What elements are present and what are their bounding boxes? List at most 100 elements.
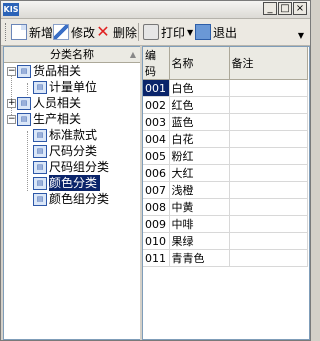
tree-expander[interactable]: −	[7, 115, 16, 124]
delete-button[interactable]: ✕ 删除	[95, 22, 137, 42]
toolbar: 新增 修改 ✕ 删除 打印 ▼ 退出 ▼	[1, 19, 310, 46]
table-row[interactable]: 009 中啡	[143, 215, 308, 233]
delete-icon: ✕	[96, 22, 110, 41]
table-row[interactable]: 010 果绿	[143, 232, 308, 250]
tree-node-label: 标准款式	[49, 128, 98, 142]
tree-node-size[interactable]: ▤ 尺码分类	[33, 143, 97, 159]
grid-table: 编码 名称 备注 001 白色 002 红色 003 蓝色 004 白花 005 粉红 0…	[143, 47, 308, 267]
cell-name[interactable]: 大红	[169, 164, 230, 182]
tree-expander[interactable]: +	[7, 99, 16, 108]
new-button[interactable]: 新增	[11, 22, 53, 42]
cell-code[interactable]: 001	[143, 79, 170, 97]
cell-code[interactable]: 006	[143, 164, 170, 182]
cell-note[interactable]	[229, 181, 308, 199]
cell-note[interactable]	[229, 164, 308, 182]
cell-code[interactable]: 002	[143, 96, 170, 114]
cell-name[interactable]: 中黄	[169, 198, 230, 216]
cell-note[interactable]	[229, 79, 308, 97]
cell-code[interactable]: 004	[143, 130, 170, 148]
tree-node-unit[interactable]: ▤ 计量单位	[33, 79, 97, 95]
table-row[interactable]: 008 中黄	[143, 198, 308, 216]
cell-name[interactable]: 白花	[169, 130, 230, 148]
table-row[interactable]: 002 红色	[143, 96, 308, 114]
print-button[interactable]: 打印 ▼	[143, 22, 193, 42]
toolbar-overflow-icon[interactable]: ▼	[298, 31, 304, 40]
cell-name[interactable]: 浅橙	[169, 181, 230, 199]
table-row[interactable]: 007 浅橙	[143, 181, 308, 199]
cell-note[interactable]	[229, 215, 308, 233]
tree-node-color-group[interactable]: ▤ 颜色组分类	[33, 191, 109, 207]
table-row[interactable]: 006 大红	[143, 164, 308, 182]
tree-header[interactable]: 分类名称 ▲	[4, 47, 140, 63]
toolbar-separator	[138, 23, 139, 41]
data-grid[interactable]: 编码 名称 备注 001 白色 002 红色 003 蓝色 004 白花 005 粉红 0…	[142, 46, 310, 340]
close-button[interactable]: ×	[293, 2, 307, 15]
item-icon: ▤	[33, 80, 47, 94]
tree-node-label: 颜色组分类	[49, 192, 110, 206]
minimize-button[interactable]: _	[263, 2, 277, 15]
app-logo-icon: KIS	[3, 3, 19, 16]
new-label: 新增	[29, 25, 54, 40]
cell-name[interactable]: 果绿	[169, 232, 230, 250]
toolbar-grip[interactable]	[5, 23, 8, 41]
title-bar: KIS _ □ ×	[1, 1, 310, 19]
cell-code[interactable]: 003	[143, 113, 170, 131]
table-row[interactable]: 001 白色	[143, 79, 308, 97]
exit-label: 退出	[213, 25, 238, 40]
cell-code[interactable]: 005	[143, 147, 170, 165]
cell-name[interactable]: 蓝色	[169, 113, 230, 131]
table-row[interactable]: 003 蓝色	[143, 113, 308, 131]
category-tree[interactable]: 分类名称 ▲ − ▤ 货品相关 ▤ 计量单位 + ▤ 人员相关 − ▤ 生产相关…	[3, 46, 141, 340]
tree-header-label: 分类名称	[50, 48, 94, 61]
cell-name[interactable]: 白色	[169, 79, 230, 97]
folder-icon: ▤	[17, 112, 31, 126]
cell-code[interactable]: 010	[143, 232, 170, 250]
cell-note[interactable]	[229, 232, 308, 250]
exit-door-icon	[195, 24, 211, 40]
cell-note[interactable]	[229, 130, 308, 148]
table-row[interactable]: 011 青青色	[143, 249, 308, 267]
tree-node-style[interactable]: ▤ 标准款式	[33, 127, 97, 143]
print-label: 打印	[161, 25, 186, 40]
item-icon: ▤	[33, 160, 47, 174]
cell-code[interactable]: 008	[143, 198, 170, 216]
tree-node-label: 货品相关	[33, 64, 82, 78]
cell-name[interactable]: 青青色	[169, 249, 230, 267]
tree-line	[27, 131, 28, 191]
cell-code[interactable]: 009	[143, 215, 170, 233]
tree-node-goods[interactable]: ▤ 货品相关	[17, 63, 81, 79]
cell-name[interactable]: 中啡	[169, 215, 230, 233]
exit-button[interactable]: 退出	[195, 22, 237, 42]
maximize-button[interactable]: □	[278, 2, 292, 15]
folder-icon: ▤	[17, 96, 31, 110]
cell-note[interactable]	[229, 249, 308, 267]
tree-expander[interactable]: −	[7, 67, 16, 76]
tree-node-label: 颜色分类	[49, 175, 101, 191]
column-header-code[interactable]: 编码	[143, 47, 170, 80]
sort-icon: ▲	[129, 50, 136, 59]
cell-name[interactable]: 红色	[169, 96, 230, 114]
column-header-note[interactable]: 备注	[229, 47, 308, 80]
print-dropdown-arrow-icon[interactable]: ▼	[187, 28, 193, 37]
cell-note[interactable]	[229, 198, 308, 216]
tree-node-production[interactable]: ▤ 生产相关	[17, 111, 81, 127]
edit-button[interactable]: 修改	[53, 22, 95, 42]
cell-note[interactable]	[229, 147, 308, 165]
app-window: KIS _ □ × 新增 修改 ✕ 删除 打印 ▼ 退出 ▼ 分类名称 ▲ − …	[0, 0, 311, 341]
tree-node-size-group[interactable]: ▤ 尺码组分类	[33, 159, 109, 175]
cell-code[interactable]: 007	[143, 181, 170, 199]
cell-note[interactable]	[229, 96, 308, 114]
cell-code[interactable]: 011	[143, 249, 170, 267]
cell-name[interactable]: 粉红	[169, 147, 230, 165]
table-row[interactable]: 004 白花	[143, 130, 308, 148]
item-icon: ▤	[33, 128, 47, 142]
edit-icon	[53, 24, 69, 40]
item-icon: ▤	[33, 144, 47, 158]
table-row[interactable]: 005 粉红	[143, 147, 308, 165]
column-header-name[interactable]: 名称	[169, 47, 230, 80]
tree-line	[27, 83, 28, 95]
tree-node-staff[interactable]: ▤ 人员相关	[17, 95, 81, 111]
tree-node-color[interactable]: ▤ 颜色分类	[33, 175, 101, 191]
item-icon: ▤	[33, 176, 47, 190]
cell-note[interactable]	[229, 113, 308, 131]
